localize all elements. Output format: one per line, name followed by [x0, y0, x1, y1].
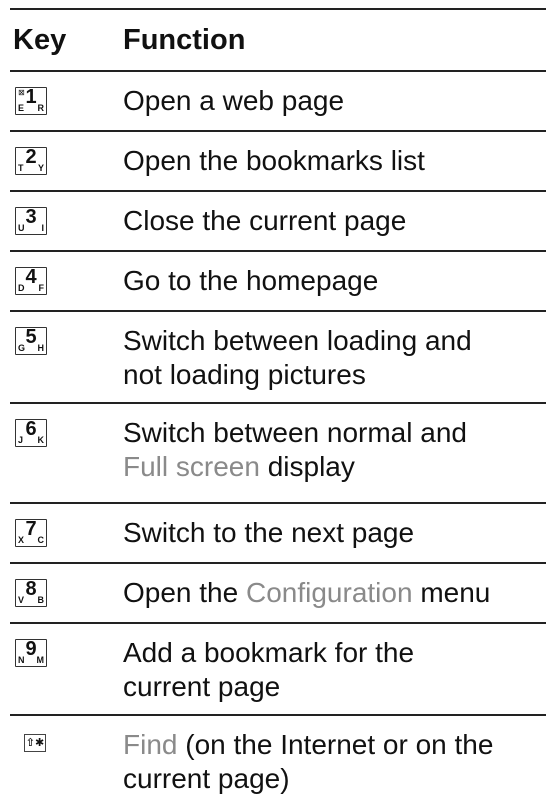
function-text: Find (on the Internet or on the current …	[123, 729, 494, 794]
table-row: 3 U I Close the current page	[10, 190, 546, 250]
table-row: 4 D F Go to the homepage	[10, 250, 546, 310]
table-header: Key Function	[10, 8, 546, 70]
menu-reference: Configuration	[245, 577, 413, 608]
function-text: Switch between loading and not loading p…	[123, 325, 472, 390]
key-7-icon: 7 X C	[15, 518, 47, 547]
table-row: ⊠ 1 E R Open a web page	[10, 70, 546, 130]
function-text: Go to the homepage	[123, 265, 379, 296]
table-row: 8 V B Open the Configuration menu	[10, 562, 546, 622]
key-6-icon: 6 J K	[15, 418, 47, 447]
function-text: Open a web page	[123, 85, 345, 116]
function-column-header: Function	[123, 24, 246, 56]
key-1-icon: ⊠ 1 E R	[15, 86, 47, 115]
table-row: 7 X C Switch to the next page	[10, 502, 546, 562]
function-text: Switch to the next page	[123, 517, 415, 548]
function-text: Open the bookmarks list	[123, 145, 425, 176]
table-row: 6 J K Switch between normal and Full scr…	[10, 402, 546, 502]
key-function-table: Key Function ⊠ 1 E R Open a web page 2 T…	[10, 8, 546, 806]
table-row: ⇧✱ Find (on the Internet or on the curre…	[10, 714, 546, 806]
menu-reference: Find	[123, 729, 178, 760]
key-9-icon: 9 N M	[15, 638, 47, 667]
key-5-icon: 5 G H	[15, 326, 47, 355]
key-8-icon: 8 V B	[15, 578, 47, 607]
function-text: Close the current page	[123, 205, 407, 236]
star-key-icon: ⇧✱	[24, 734, 46, 752]
key-column-header: Key	[13, 24, 67, 56]
table-row: 5 G H Switch between loading and not loa…	[10, 310, 546, 402]
key-4-icon: 4 D F	[15, 266, 47, 295]
function-text: Add a bookmark for the current page	[123, 637, 415, 702]
table-row: 2 T Y Open the bookmarks list	[10, 130, 546, 190]
function-text: Open the Configuration menu	[123, 577, 491, 608]
menu-reference: Full screen	[123, 451, 260, 482]
function-text: Switch between normal and Full screen di…	[123, 417, 467, 482]
key-3-icon: 3 U I	[15, 206, 47, 235]
key-2-icon: 2 T Y	[15, 146, 47, 175]
table-row: 9 N M Add a bookmark for the current pag…	[10, 622, 546, 714]
